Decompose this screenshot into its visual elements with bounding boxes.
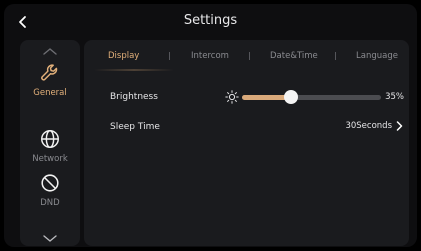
chevron-down-icon[interactable] bbox=[42, 234, 58, 244]
wrench-icon bbox=[41, 64, 58, 81]
settings-panel: Display Intercom Date&Time Language Brig… bbox=[84, 40, 409, 246]
page-title: Settings bbox=[183, 13, 238, 28]
sidebar-item-label: General bbox=[33, 88, 67, 98]
top-bar: Settings bbox=[4, 4, 417, 40]
sidebar-item-general[interactable]: General bbox=[20, 62, 80, 114]
sidebar-item-dnd[interactable]: DND bbox=[20, 172, 80, 224]
tab-intercom[interactable]: Intercom bbox=[191, 51, 229, 61]
sleep-time-label: Sleep Time bbox=[110, 122, 160, 132]
brightness-slider[interactable] bbox=[242, 90, 381, 104]
sleep-time-value: 30Seconds bbox=[345, 121, 392, 131]
sidebar-item-label: Network bbox=[32, 154, 68, 164]
brightness-value: 35% bbox=[385, 92, 404, 102]
chevron-up-icon[interactable] bbox=[42, 46, 58, 56]
brightness-slider-thumb[interactable] bbox=[283, 90, 298, 104]
chevron-right-icon bbox=[396, 121, 403, 131]
tab-date-time[interactable]: Date&Time bbox=[270, 51, 318, 61]
active-tab-indicator bbox=[94, 69, 174, 71]
sidebar: General Network DND bbox=[20, 40, 80, 246]
no-entry-icon bbox=[41, 174, 59, 192]
brightness-label: Brightness bbox=[110, 92, 158, 102]
tab-divider bbox=[169, 52, 170, 60]
tab-bar: Display Intercom Date&Time Language bbox=[84, 40, 409, 71]
sleep-time-selector[interactable]: 30Seconds bbox=[345, 121, 403, 131]
tab-display[interactable]: Display bbox=[108, 51, 139, 61]
tab-divider bbox=[335, 52, 336, 60]
tab-divider bbox=[249, 52, 250, 60]
globe-icon bbox=[41, 130, 59, 148]
sidebar-item-label: DND bbox=[40, 198, 60, 208]
sun-icon bbox=[225, 90, 239, 104]
screen: Settings General Network DND Display Int… bbox=[4, 4, 417, 247]
tab-language[interactable]: Language bbox=[356, 51, 398, 61]
